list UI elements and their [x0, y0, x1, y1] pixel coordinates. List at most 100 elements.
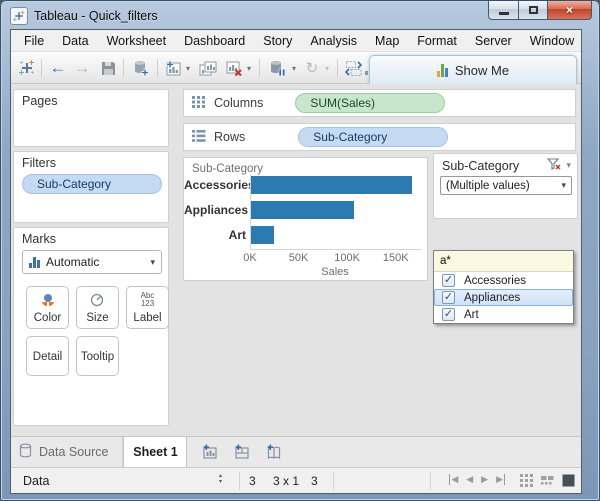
sheet-tab-sheet-1[interactable]: Sheet 1: [123, 437, 187, 467]
sheet-sorter-icon[interactable]: [520, 474, 533, 490]
show-me-button[interactable]: Show Me: [369, 55, 577, 84]
color-button[interactable]: Color: [26, 286, 69, 329]
category-label: Art: [184, 228, 246, 242]
new-story-tab-icon[interactable]: [261, 437, 287, 467]
minimize-button[interactable]: [488, 1, 518, 20]
filter-funnel-icon[interactable]: [547, 158, 561, 173]
bar-appliances[interactable]: [250, 201, 354, 219]
data-source-icon: [19, 443, 32, 461]
checkbox-icon[interactable]: ✓: [442, 291, 455, 304]
refresh-caret-icon[interactable]: ▾: [322, 55, 332, 81]
rows-pill-sub-category[interactable]: Sub-Category: [298, 127, 448, 147]
rows-shelf[interactable]: Rows Sub-Category: [183, 123, 576, 151]
new-worksheet-icon[interactable]: [162, 55, 184, 81]
menu-item-data[interactable]: Data: [53, 31, 97, 51]
filter-pill-label: Sub-Category: [37, 177, 111, 191]
filter-item-art[interactable]: ✓Art: [434, 306, 573, 323]
filter-item-accessories[interactable]: ✓Accessories: [434, 272, 573, 289]
rows-pill-label: Sub-Category: [313, 130, 387, 144]
status-sheet-selector[interactable]: Data: [11, 468, 239, 493]
checkbox-icon[interactable]: ✓: [442, 274, 455, 287]
menu-item-story[interactable]: Story: [254, 31, 301, 51]
quick-filter-select[interactable]: (Multiple values) ▾: [440, 176, 572, 195]
show-me-icon: [437, 64, 448, 77]
marks-card: Marks Automatic ▾ Color: [13, 227, 169, 426]
menu-bar: FileDataWorksheetDashboardStoryAnalysisM…: [11, 30, 581, 52]
duplicate-sheet-icon[interactable]: [196, 55, 220, 81]
show-tabs-icon[interactable]: [562, 474, 575, 490]
detail-button[interactable]: Detail: [26, 336, 69, 376]
refresh-icon[interactable]: ↻: [302, 55, 322, 81]
previous-sheet-icon[interactable]: ◀: [466, 474, 473, 485]
size-icon: [77, 287, 118, 312]
pause-auto-updates-caret-icon[interactable]: ▾: [289, 55, 299, 81]
label-icon: Abc123: [127, 287, 168, 312]
menu-item-analysis[interactable]: Analysis: [301, 31, 366, 51]
marks-card-title: Marks: [14, 228, 168, 246]
forward-icon[interactable]: →: [71, 55, 93, 81]
mark-type-dropdown[interactable]: Automatic ▾: [22, 250, 162, 274]
sheet-tab-label: Sheet 1: [133, 445, 177, 459]
tableau-logo-icon[interactable]: [15, 55, 39, 81]
next-sheet-icon[interactable]: ▶: [481, 474, 488, 485]
x-tick-label: 100K: [327, 252, 367, 264]
new-dashboard-tab-icon[interactable]: [229, 437, 255, 467]
menu-item-format[interactable]: Format: [408, 31, 466, 51]
x-tick-label: 0K: [230, 252, 270, 264]
columns-icon: [192, 96, 206, 111]
filters-card-title: Filters: [14, 152, 168, 170]
filter-item-label: Appliances: [464, 292, 520, 304]
search-input[interactable]: [434, 255, 582, 267]
first-sheet-icon[interactable]: ◀: [449, 474, 458, 485]
quick-filter-title: Sub-Category: [442, 159, 519, 173]
bar-accessories[interactable]: [250, 176, 412, 194]
back-icon[interactable]: ←: [47, 55, 69, 81]
label-button-label: Label: [133, 312, 161, 328]
toolbar: ← →: [11, 52, 581, 84]
x-tick-label: 50K: [279, 252, 319, 264]
maximize-button[interactable]: [518, 1, 547, 20]
pages-card-title: Pages: [14, 90, 168, 108]
clear-sheet-icon[interactable]: [223, 55, 245, 81]
label-button[interactable]: Abc123 Label: [126, 286, 169, 329]
save-icon[interactable]: [97, 55, 119, 81]
new-worksheet-tab-icon[interactable]: [197, 437, 223, 467]
menu-item-map[interactable]: Map: [366, 31, 408, 51]
menu-item-file[interactable]: File: [15, 31, 53, 51]
columns-pill-label: SUM(Sales): [310, 96, 375, 110]
mark-type-value: Automatic: [46, 255, 99, 269]
menu-item-dashboard[interactable]: Dashboard: [175, 31, 254, 51]
size-button[interactable]: Size: [76, 286, 119, 329]
menu-item-window[interactable]: Window: [521, 31, 582, 51]
close-button[interactable]: ×: [547, 1, 592, 20]
pause-auto-updates-icon[interactable]: [265, 55, 289, 81]
quick-filter-menu-caret-icon[interactable]: ▾: [566, 160, 571, 171]
clear-sheet-caret-icon[interactable]: ▾: [244, 55, 254, 81]
checkbox-icon[interactable]: ✓: [442, 308, 455, 321]
data-source-tab[interactable]: Data Source: [11, 437, 123, 467]
show-me-label: Show Me: [455, 63, 509, 78]
view-mode-buttons: [520, 474, 575, 490]
menu-item-server[interactable]: Server: [466, 31, 521, 51]
status-bar: Data ▴▾ 3 3 x 1 3 ◀ ◀ ▶ ▶: [11, 467, 581, 493]
toolbar-separator: [259, 59, 260, 77]
color-icon: [27, 287, 68, 312]
menu-item-worksheet[interactable]: Worksheet: [98, 31, 176, 51]
tooltip-button[interactable]: Tooltip: [76, 336, 119, 376]
toolbar-separator: [123, 59, 124, 77]
add-data-source-icon[interactable]: [129, 55, 153, 81]
toolbar-separator: [41, 59, 42, 77]
color-button-label: Color: [34, 312, 61, 328]
spinner-icon[interactable]: ▴▾: [219, 473, 222, 485]
columns-shelf[interactable]: Columns SUM(Sales): [183, 89, 576, 117]
bar-art[interactable]: [250, 226, 274, 244]
filmstrip-icon[interactable]: [541, 474, 554, 490]
filter-item-appliances[interactable]: ✓ Appliances: [434, 289, 573, 306]
new-worksheet-caret-icon[interactable]: ▾: [183, 55, 193, 81]
status-separator: [430, 472, 431, 490]
filter-pill-sub-category[interactable]: Sub-Category: [22, 174, 162, 194]
toolbar-separator: [337, 59, 338, 77]
columns-pill-sum-sales[interactable]: SUM(Sales): [295, 93, 445, 113]
filters-card: Filters Sub-Category: [13, 151, 169, 223]
last-sheet-icon[interactable]: ▶: [496, 474, 505, 485]
